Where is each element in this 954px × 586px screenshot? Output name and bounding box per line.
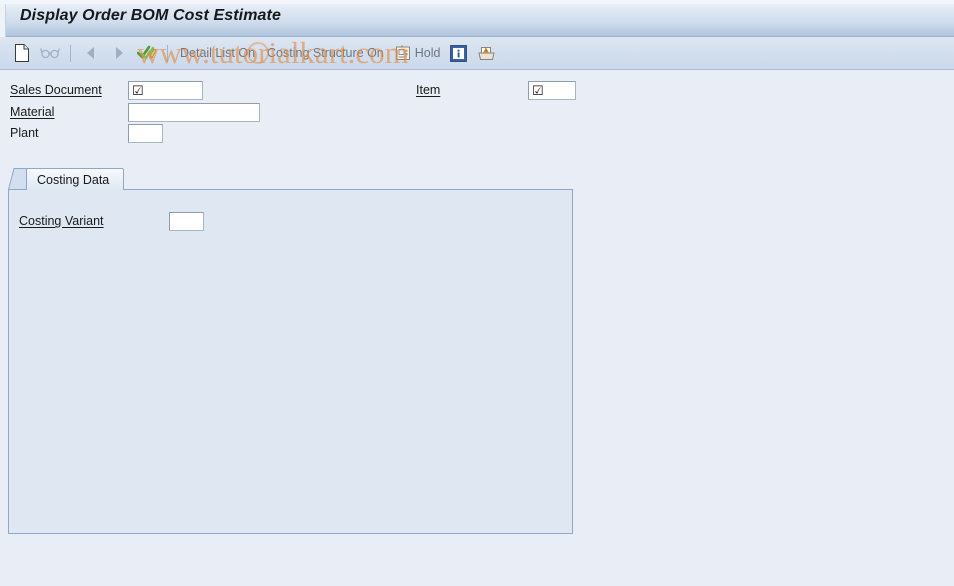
field-row-item: Item ☑ xyxy=(416,80,576,100)
plant-input[interactable] xyxy=(128,123,163,143)
tab-slant-decoration xyxy=(8,168,28,190)
field-row-material: Material xyxy=(10,102,260,122)
sales-document-label[interactable]: Sales Document xyxy=(10,83,128,98)
glasses-icon xyxy=(40,46,60,60)
document-icon xyxy=(14,44,30,62)
material-label[interactable]: Material xyxy=(10,105,128,120)
glasses-button[interactable] xyxy=(37,41,63,65)
sales-document-value: ☑ xyxy=(132,82,144,98)
hold-button[interactable]: Hold xyxy=(390,41,445,65)
check-button[interactable] xyxy=(134,41,160,65)
info-icon xyxy=(450,44,467,62)
field-row-plant: Plant xyxy=(10,123,163,143)
arrow-left-icon xyxy=(85,46,97,60)
costing-structure-button[interactable]: Costing Structure On xyxy=(261,41,390,65)
plant-label: Plant xyxy=(10,125,39,140)
arrow-right-icon xyxy=(113,46,125,60)
sales-document-input[interactable]: ☑ xyxy=(128,80,203,100)
costing-data-panel: Costing Variant xyxy=(8,189,573,534)
tab-costing-data-label: Costing Data xyxy=(37,172,110,187)
item-value: ☑ xyxy=(532,82,544,98)
info-button[interactable] xyxy=(445,41,471,65)
field-row-sales-document: Sales Document ☑ xyxy=(10,80,203,100)
print-icon xyxy=(477,45,496,62)
new-document-button[interactable] xyxy=(9,41,35,65)
field-row-costing-variant: Costing Variant xyxy=(19,212,204,231)
window-titlebar: Display Order BOM Cost Estimate xyxy=(0,0,954,37)
detail-list-button[interactable]: Detail List On xyxy=(174,41,261,65)
titlebar-left-edge xyxy=(0,4,6,37)
selection-screen: Sales Document ☑ Item ☑ Material Plant C… xyxy=(0,70,954,586)
hold-label: Hold xyxy=(414,46,441,60)
item-input[interactable]: ☑ xyxy=(528,80,576,100)
page-title: Display Order BOM Cost Estimate xyxy=(20,7,281,24)
previous-button[interactable] xyxy=(78,41,104,65)
application-toolbar: Detail List On Costing Structure On Hold xyxy=(0,37,954,70)
tab-costing-data[interactable]: Costing Data xyxy=(26,168,125,190)
detail-list-label: Detail List On xyxy=(180,46,256,60)
costing-variant-input[interactable] xyxy=(169,212,204,231)
print-button[interactable] xyxy=(473,41,499,65)
material-input[interactable] xyxy=(128,102,260,122)
toolbar-separator xyxy=(167,44,168,62)
costing-variant-label[interactable]: Costing Variant xyxy=(19,214,169,229)
item-label[interactable]: Item xyxy=(416,83,528,98)
hold-icon xyxy=(394,44,412,62)
sap-application-window: Display Order BOM Cost Estimate Detail L… xyxy=(0,0,954,586)
costing-structure-label: Costing Structure On xyxy=(267,46,384,60)
next-button[interactable] xyxy=(106,41,132,65)
toolbar-separator xyxy=(70,44,71,62)
check-pencil-icon xyxy=(137,44,157,62)
tabstrip: Costing Data xyxy=(8,168,573,190)
